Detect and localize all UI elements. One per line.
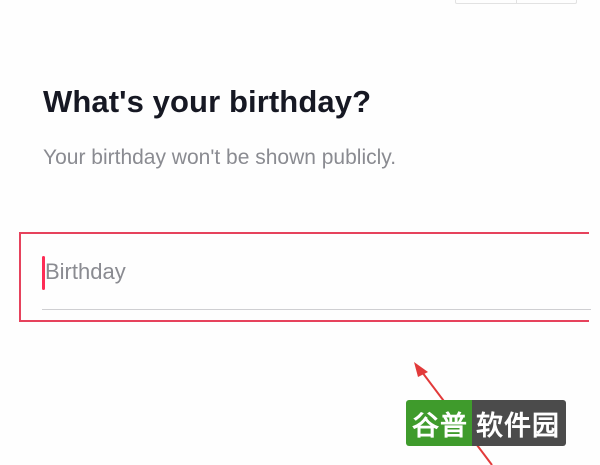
birthday-page: What's your birthday? Your birthday won'…: [0, 0, 600, 465]
watermark-part1: 谷普: [406, 400, 472, 446]
birthday-placeholder: Birthday: [45, 258, 126, 284]
watermark-part2: 软件园: [472, 400, 566, 446]
arrow-head-icon: [414, 362, 428, 377]
watermark-logo: 谷普 软件园: [406, 400, 587, 446]
top-control-segment[interactable]: [517, 0, 577, 3]
top-controls: [455, 0, 577, 4]
page-title: What's your birthday?: [43, 84, 372, 119]
birthday-input[interactable]: Birthday: [42, 234, 591, 310]
page-subtitle: Your birthday won't be shown publicly.: [43, 146, 397, 169]
top-control-segment[interactable]: [456, 0, 517, 3]
highlight-annotation-box: Birthday: [19, 232, 591, 322]
